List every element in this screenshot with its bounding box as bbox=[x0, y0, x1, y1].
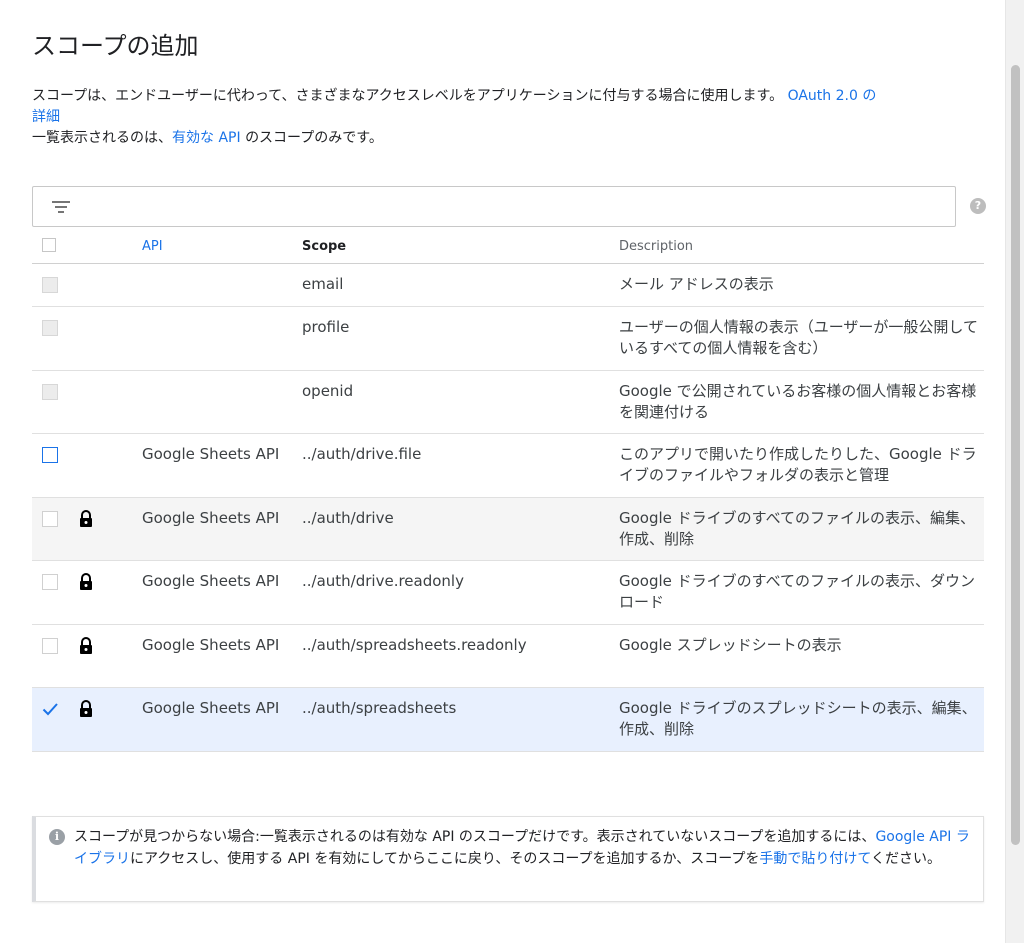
table-row[interactable]: openid Google で公開されているお客様の個人情報とお客様を関連付ける bbox=[32, 371, 984, 434]
row-scope: email bbox=[302, 275, 344, 293]
row-checkbox bbox=[42, 320, 58, 336]
table-header: API Scope Description bbox=[32, 232, 984, 264]
row-description: ユーザーの個人情報の表示（ユーザーが一般公開しているすべての個人情報を含む） bbox=[619, 318, 978, 357]
table-row[interactable]: Google Sheets API ../auth/drive.file このア… bbox=[32, 434, 984, 498]
table-row[interactable]: profile ユーザーの個人情報の表示（ユーザーが一般公開しているすべての個人… bbox=[32, 307, 984, 371]
row-checkbox bbox=[42, 277, 58, 293]
dialog-title: スコープの追加 bbox=[32, 32, 199, 60]
table-row[interactable]: Google Sheets API ../auth/drive Google ド… bbox=[32, 498, 984, 561]
row-scope: ../auth/drive.readonly bbox=[302, 572, 464, 590]
row-description: Google ドライブのすべてのファイルの表示、ダウンロード bbox=[619, 572, 976, 611]
row-api: Google Sheets API bbox=[142, 636, 280, 654]
note-suffix: のスコープのみです。 bbox=[245, 130, 383, 146]
row-description: Google ドライブのスプレッドシートの表示、編集、作成、削除 bbox=[619, 699, 977, 738]
row-description: Google ドライブのすべてのファイルの表示、編集、作成、削除 bbox=[619, 509, 976, 548]
row-checkbox-checked[interactable] bbox=[42, 701, 58, 717]
lock-icon bbox=[80, 700, 92, 717]
header-description[interactable]: Description bbox=[619, 239, 693, 254]
notice-text: スコープが見つからない場合:一覧表示されるのは有効な API のスコープだけです… bbox=[74, 829, 970, 867]
row-api: Google Sheets API bbox=[142, 445, 280, 463]
filter-icon bbox=[52, 201, 70, 213]
dialog-description: スコープは、エンドユーザーに代わって、さまざまなアクセスレベルをアプリケーション… bbox=[32, 86, 982, 149]
lock-icon bbox=[80, 510, 92, 527]
table-row[interactable]: Google Sheets API ../auth/spreadsheets.r… bbox=[32, 625, 984, 688]
lock-icon bbox=[80, 573, 92, 590]
scrollbar-track[interactable] bbox=[1005, 0, 1024, 943]
header-scope[interactable]: Scope bbox=[302, 239, 346, 254]
row-checkbox[interactable] bbox=[42, 447, 58, 463]
note-prefix: 一覧表示されるのは、 bbox=[32, 130, 172, 146]
scope-table: API Scope Description email メール アドレスの表示 … bbox=[32, 232, 984, 752]
help-icon[interactable]: ? bbox=[970, 198, 986, 214]
row-description: Google で公開されているお客様の個人情報とお客様を関連付ける bbox=[619, 382, 977, 421]
row-description: Google スプレッドシートの表示 bbox=[619, 636, 842, 654]
row-api: Google Sheets API bbox=[142, 572, 280, 590]
table-row[interactable]: Google Sheets API ../auth/drive.readonly… bbox=[32, 561, 984, 625]
lock-icon bbox=[80, 637, 92, 654]
filter-input[interactable] bbox=[89, 193, 943, 223]
row-scope: ../auth/spreadsheets.readonly bbox=[302, 636, 527, 654]
table-row[interactable]: Google Sheets API ../auth/spreadsheets G… bbox=[32, 688, 984, 752]
row-checkbox[interactable] bbox=[42, 638, 58, 654]
paste-manually-link[interactable]: 手動で貼り付けて bbox=[759, 851, 871, 867]
row-scope: ../auth/drive bbox=[302, 509, 394, 527]
header-api[interactable]: API bbox=[142, 239, 163, 254]
filter-box[interactable] bbox=[32, 186, 956, 227]
scrollbar-thumb[interactable] bbox=[1011, 65, 1020, 845]
table-row[interactable]: email メール アドレスの表示 bbox=[32, 264, 984, 307]
row-api: Google Sheets API bbox=[142, 509, 280, 527]
select-all-checkbox[interactable] bbox=[42, 238, 56, 252]
info-icon: i bbox=[49, 829, 65, 845]
row-checkbox bbox=[42, 384, 58, 400]
enabled-api-link[interactable]: 有効な API bbox=[172, 130, 241, 146]
description-text: スコープは、エンドユーザーに代わって、さまざまなアクセスレベルをアプリケーション… bbox=[32, 88, 784, 104]
row-scope: profile bbox=[302, 318, 350, 336]
scope-help-notice: i スコープが見つからない場合:一覧表示されるのは有効な API のスコープだけ… bbox=[32, 816, 984, 902]
row-description: メール アドレスの表示 bbox=[619, 275, 774, 293]
row-api: Google Sheets API bbox=[142, 699, 280, 717]
row-scope: ../auth/drive.file bbox=[302, 445, 422, 463]
row-checkbox[interactable] bbox=[42, 574, 58, 590]
row-description: このアプリで開いたり作成したりした、Google ドライブのファイルやフォルダの… bbox=[619, 445, 977, 484]
row-checkbox[interactable] bbox=[42, 511, 58, 527]
row-scope: openid bbox=[302, 382, 354, 400]
row-scope: ../auth/spreadsheets bbox=[302, 699, 457, 717]
